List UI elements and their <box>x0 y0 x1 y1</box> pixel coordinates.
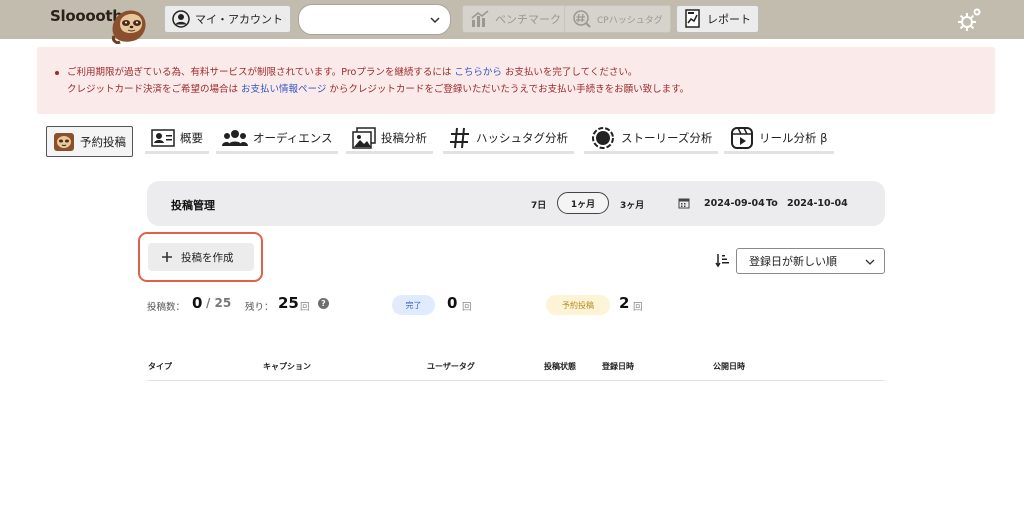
bar-chart-icon <box>471 10 489 27</box>
tab-stories-analysis[interactable]: ストーリーズ分析 <box>584 124 719 154</box>
users-icon <box>222 129 248 146</box>
column-header-user-tag: ユーザータグ <box>427 362 475 371</box>
scheduled-count: 2 <box>619 294 630 312</box>
my-account-button[interactable]: マイ・アカウント <box>164 5 291 33</box>
user-circle-icon <box>172 10 190 28</box>
cp-hashtag-button[interactable]: CPハッシュタグ <box>564 5 671 33</box>
tab-label: 投稿分析 <box>381 130 427 145</box>
table-divider <box>147 380 885 381</box>
alert-line-2: クレジットカード決済をご希望の場合は お支払い情報ページ からクレジットカードを… <box>55 81 689 98</box>
remaining-unit: 回 <box>300 302 310 313</box>
posts-count: 0 <box>192 294 203 312</box>
sort-descending-icon[interactable] <box>715 252 731 268</box>
tab-overview[interactable]: 概要 <box>145 124 209 154</box>
reels-icon <box>731 126 753 149</box>
remaining-label: 残り： <box>245 302 274 313</box>
chevron-down-icon <box>865 259 875 265</box>
cp-hashtag-label: CPハッシュタグ <box>597 15 663 26</box>
column-header-registered-at: 登録日時 <box>602 362 634 371</box>
payment-alert: ご利用期限が過ぎている為、有料サービスが制限されています。Proプランを継続する… <box>37 47 995 114</box>
tab-scheduled-post[interactable]: 予約投稿 <box>46 126 133 157</box>
posts-count-label: 投稿数： <box>147 302 186 313</box>
help-icon[interactable]: ? <box>318 298 329 309</box>
completed-unit: 回 <box>462 302 472 313</box>
hashtag-icon <box>450 127 469 148</box>
scheduled-badge: 予約投稿 <box>546 295 610 315</box>
date-from[interactable]: 2024-09-04 <box>704 198 765 209</box>
chevron-right-icon: › <box>282 9 289 28</box>
remaining-count: 25 <box>278 294 299 312</box>
plus-icon <box>162 252 172 262</box>
alert-text: お支払いを完了してください。 <box>504 67 638 78</box>
id-card-icon <box>151 128 175 147</box>
sloth-icon <box>54 132 74 151</box>
my-account-label: マイ・アカウント <box>195 13 283 26</box>
sort-select[interactable]: 登録日が新しい順 <box>736 248 885 274</box>
page-title: 投稿管理 <box>171 199 215 212</box>
tab-post-analysis[interactable]: 投稿分析 <box>346 124 433 154</box>
tab-audience[interactable]: オーディエンス <box>216 124 339 154</box>
image-icon <box>352 126 376 149</box>
tab-label: 予約投稿 <box>80 134 126 149</box>
alert-text: ご利用期限が過ぎている為、有料サービスが制限されています。Proプランを継続する… <box>67 67 452 78</box>
tab-reels-analysis[interactable]: リール分析 β <box>724 124 834 154</box>
post-management-header: 投稿管理 7日 1ヶ月 3ヶ月 2024-09-04 To 2024-10-04 <box>147 181 885 226</box>
report-button[interactable]: レポート <box>676 5 759 33</box>
date-to-label: To <box>766 198 778 209</box>
report-icon <box>685 9 700 28</box>
settings-gear-icon[interactable] <box>956 7 984 33</box>
tab-label: ハッシュタグ分析 <box>476 130 568 145</box>
report-label: レポート <box>707 13 751 26</box>
stories-icon <box>592 126 614 149</box>
create-post-highlight: 投稿を作成 <box>138 232 263 282</box>
alert-text: クレジットカード決済をご希望の場合は <box>67 84 239 95</box>
payment-link[interactable]: こちらから <box>454 67 502 78</box>
completed-badge: 完了 <box>392 295 435 315</box>
top-bar: Slooooth マイ・アカウント › ベンチマーク CPハッシュタグ レポート <box>0 0 1024 44</box>
create-post-label: 投稿を作成 <box>181 251 234 264</box>
hashtag-search-icon <box>573 10 591 28</box>
benchmark-label: ベンチマーク <box>495 13 561 26</box>
column-header-caption: キャプション <box>263 362 311 371</box>
tab-label: 概要 <box>180 130 203 145</box>
sloth-logo-icon <box>112 10 146 44</box>
column-header-type: タイプ <box>148 362 172 371</box>
chevron-down-icon <box>430 17 440 24</box>
tab-label: オーディエンス <box>253 130 333 145</box>
tab-label: リール分析 β <box>759 130 828 145</box>
bullet-icon <box>55 70 59 75</box>
posts-total: / 25 <box>206 296 232 310</box>
tab-hashtag-analysis[interactable]: ハッシュタグ分析 <box>443 124 574 154</box>
scheduled-unit: 回 <box>633 302 643 313</box>
range-3-months[interactable]: 3ヶ月 <box>620 198 644 211</box>
create-post-button[interactable]: 投稿を作成 <box>148 243 254 271</box>
sort-select-value: 登録日が新しい順 <box>749 255 837 268</box>
alert-line-1: ご利用期限が過ぎている為、有料サービスが制限されています。Proプランを継続する… <box>55 64 689 81</box>
payment-info-link[interactable]: お支払い情報ページ <box>241 84 326 95</box>
account-select[interactable] <box>298 4 451 35</box>
range-7-days[interactable]: 7日 <box>531 198 546 211</box>
benchmark-button[interactable]: ベンチマーク <box>462 5 569 33</box>
range-1-month[interactable]: 1ヶ月 <box>557 192 609 214</box>
calendar-icon[interactable] <box>678 197 690 209</box>
alert-text: からクレジットカードをご登録いただいたうえでお支払い手続きをお願い致します。 <box>329 84 690 95</box>
column-header-published-at: 公開日時 <box>713 362 745 371</box>
column-header-post-status: 投稿状態 <box>544 362 576 371</box>
date-to[interactable]: 2024-10-04 <box>787 198 848 209</box>
completed-count: 0 <box>447 294 458 312</box>
tab-label: ストーリーズ分析 <box>621 130 713 145</box>
